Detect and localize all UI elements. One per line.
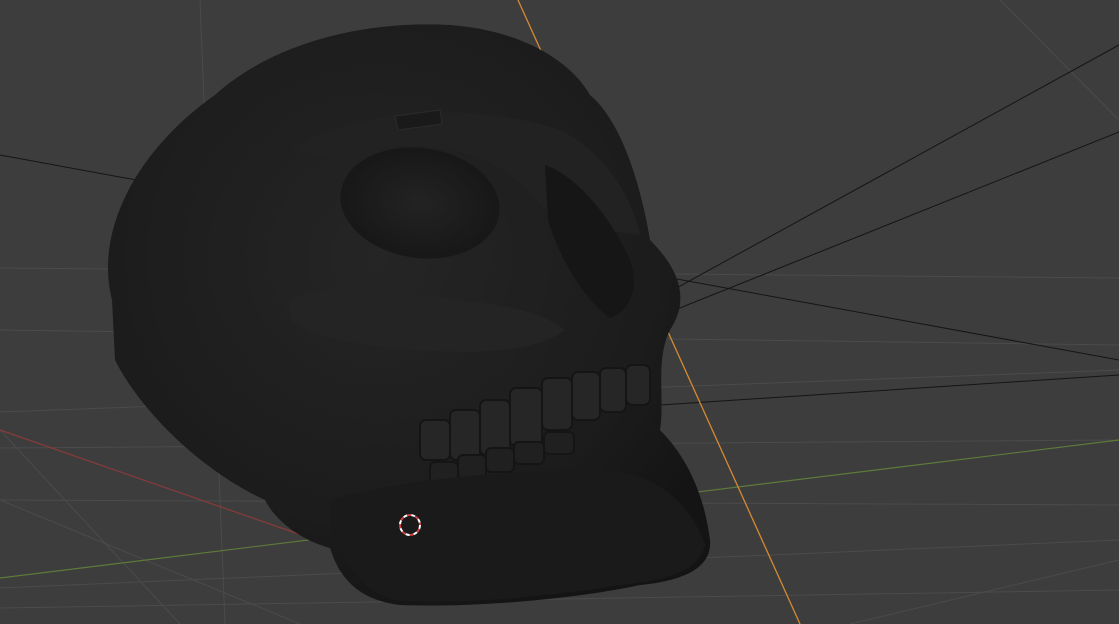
skull-mesh[interactable] <box>107 24 711 606</box>
viewport-scene[interactable] <box>0 0 1119 624</box>
3d-viewport[interactable] <box>0 0 1119 624</box>
